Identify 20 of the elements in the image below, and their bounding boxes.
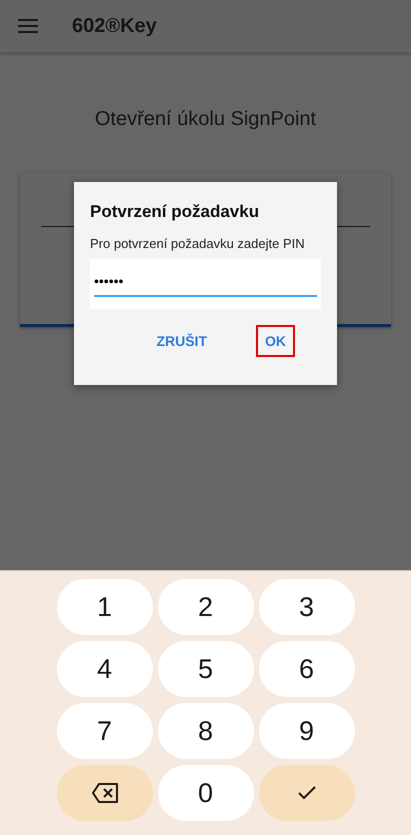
digit-key[interactable]: 8 xyxy=(158,703,254,759)
pin-field[interactable]: •••••• xyxy=(90,259,321,309)
digit-key[interactable]: 1 xyxy=(56,579,152,635)
digit-key[interactable]: 7 xyxy=(56,703,152,759)
ok-button[interactable]: OK xyxy=(256,325,295,357)
digit-key[interactable]: 9 xyxy=(258,703,354,759)
cancel-button[interactable]: ZRUŠIT xyxy=(147,325,216,357)
backspace-key[interactable] xyxy=(56,765,152,821)
digit-key[interactable]: 5 xyxy=(158,641,254,697)
digit-key[interactable]: 6 xyxy=(258,641,354,697)
backspace-icon xyxy=(90,782,118,804)
digit-key[interactable]: 2 xyxy=(158,579,254,635)
page-heading: Otevření úkolu SignPoint xyxy=(94,108,318,131)
app-title: 602®Key xyxy=(72,14,157,38)
digit-key[interactable]: 3 xyxy=(258,579,354,635)
menu-icon[interactable] xyxy=(18,18,38,34)
digit-key[interactable]: 0 xyxy=(158,765,254,821)
dialog-title: Potvrzení požadavku xyxy=(90,202,260,222)
dialog-message: Pro potvrzení požadavku zadejte PIN xyxy=(90,236,306,251)
digit-key[interactable]: 4 xyxy=(56,641,152,697)
